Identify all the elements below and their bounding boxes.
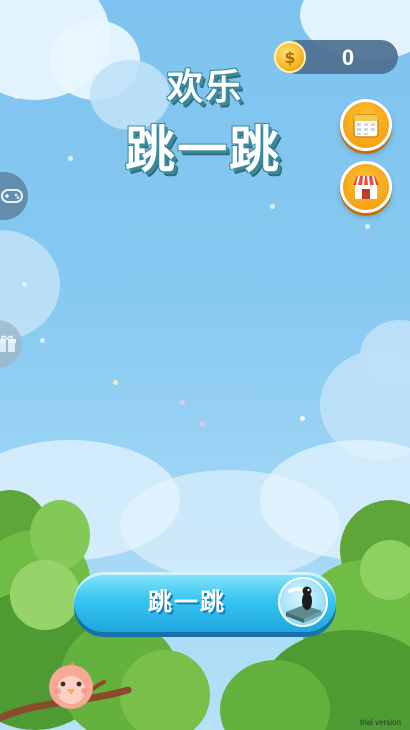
shop-icon	[353, 175, 379, 199]
shop-button[interactable]	[340, 161, 392, 213]
jump-button-label: 跳一跳	[148, 588, 226, 616]
bird-character	[49, 662, 93, 709]
game-title-line2: 跳一跳	[125, 121, 281, 179]
coin-icon: $	[274, 41, 306, 73]
game-title-line1: 欢乐	[166, 67, 243, 108]
sparkle	[365, 224, 370, 229]
jump-button[interactable]: 跳一跳	[74, 572, 336, 632]
trial-version-label: trial version	[360, 718, 401, 727]
penguin-on-book-icon	[286, 586, 322, 623]
gamepad-tab[interactable]	[0, 172, 28, 220]
game-screen: $ 0 欢乐 跳一跳 跳一跳 trial version	[0, 0, 410, 730]
sparkle	[14, 94, 19, 99]
coin-count: 0	[341, 45, 355, 70]
sparkle	[270, 204, 275, 209]
sparkle	[22, 282, 27, 287]
sparkle	[200, 422, 205, 427]
sparkle	[40, 338, 45, 343]
jump-button-badge	[278, 577, 328, 627]
sparkle	[180, 400, 185, 405]
sparkle	[68, 156, 73, 161]
calendar-icon	[353, 114, 379, 138]
sparkle	[113, 380, 118, 385]
gamepad-icon	[1, 189, 23, 203]
sparkle	[300, 416, 305, 421]
calendar-button[interactable]	[340, 99, 392, 151]
gift-icon	[0, 335, 16, 352]
